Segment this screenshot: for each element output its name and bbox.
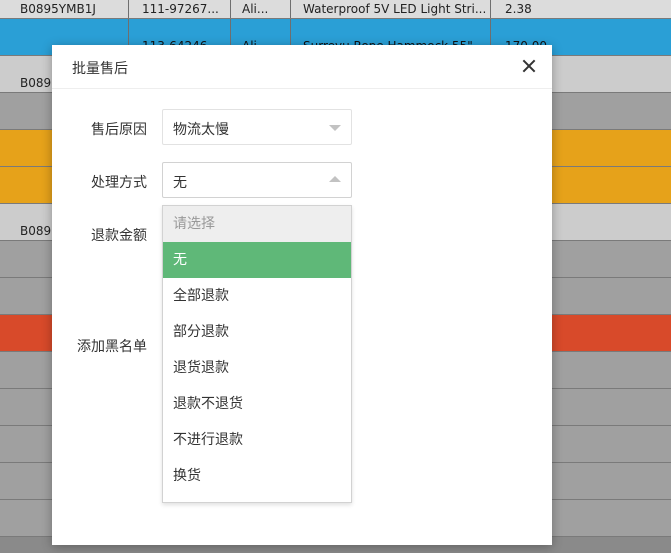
chevron-up-icon: [329, 176, 341, 182]
method-label: 处理方式: [91, 175, 147, 191]
dropdown-option[interactable]: 换货: [163, 458, 351, 494]
reason-select-value: 物流太慢: [173, 122, 229, 138]
dropdown-option[interactable]: 不进行退款: [163, 422, 351, 458]
dropdown-option[interactable]: 全部退款: [163, 278, 351, 314]
dialog-title: 批量售后: [72, 61, 128, 77]
blacklist-label: 添加黑名单: [77, 339, 147, 355]
dropdown-option[interactable]: 退货退款: [163, 350, 351, 386]
dropdown-option[interactable]: 退款不退货: [163, 386, 351, 422]
close-icon[interactable]: [520, 57, 538, 75]
method-select-value: 无: [173, 175, 187, 191]
dropdown-option: 请选择: [163, 206, 351, 242]
dialog-header: 批量售后: [52, 45, 552, 89]
dropdown-option[interactable]: 部分退款: [163, 314, 351, 350]
refund-amount-label: 退款金额: [91, 228, 147, 244]
chevron-down-icon: [329, 125, 341, 131]
bulk-after-sales-dialog: 批量售后 售后原因 物流太慢 处理方式 无 退款金额 添加黑名单 请选择无全部退…: [52, 45, 552, 545]
method-dropdown-list: 请选择无全部退款 部分退款 退货退款 退款不退货 不进行退款 换货: [162, 205, 352, 503]
dropdown-option[interactable]: 无: [163, 242, 351, 278]
reason-label: 售后原因: [91, 122, 147, 138]
method-select[interactable]: 无: [162, 162, 352, 198]
reason-select[interactable]: 物流太慢: [162, 109, 352, 145]
